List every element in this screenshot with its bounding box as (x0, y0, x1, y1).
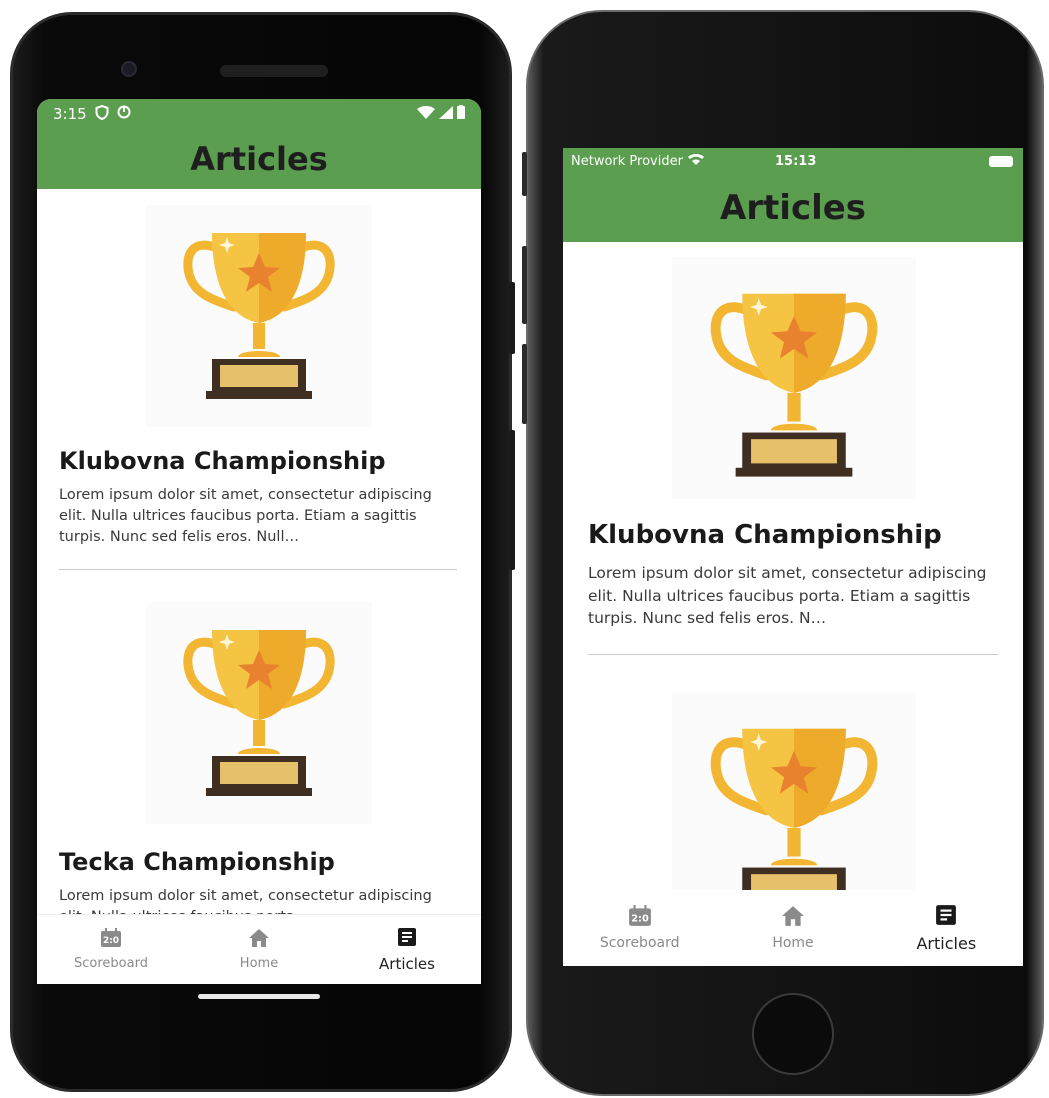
volume-button (509, 430, 515, 570)
android-screen: 3:15 Articles Klubovna Championship Lore… (37, 99, 481, 984)
article-divider (588, 654, 998, 655)
nav-item-home[interactable]: Home (716, 890, 869, 966)
trophy-image (672, 257, 916, 499)
nav-item-scoreboard[interactable]: 2:0 Scoreboard (37, 915, 185, 984)
sync-icon (117, 105, 131, 123)
wifi-icon (687, 153, 704, 169)
nav-item-articles[interactable]: Articles (870, 890, 1023, 966)
scoreboard-icon: 2:0 (100, 928, 122, 952)
nav-label: Scoreboard (599, 935, 680, 951)
trophy-icon (183, 233, 335, 399)
articles-icon (935, 904, 957, 930)
nav-item-scoreboard[interactable]: 2:0 Scoreboard (563, 890, 716, 966)
trophy-icon (710, 728, 878, 890)
article-list[interactable]: Klubovna Championship Lorem ipsum dolor … (563, 242, 1023, 890)
article-body: Lorem ipsum dolor sit amet, consectetur … (59, 487, 432, 545)
page-title: Articles (563, 174, 1023, 242)
status-bar: 3:15 (37, 99, 481, 129)
nav-label: Articles (916, 933, 977, 953)
battery-icon (989, 156, 1013, 167)
page-title: Articles (37, 129, 481, 189)
bottom-navigation: 2:0 Scoreboard Home Articles (37, 914, 481, 984)
articles-icon (397, 927, 417, 951)
article-card[interactable]: Klubovna Championship Lorem ipsum dolor … (37, 189, 481, 590)
home-icon (781, 905, 805, 931)
nav-label: Scoreboard (74, 956, 148, 971)
nav-item-articles[interactable]: Articles (333, 915, 481, 984)
volume-up-button (522, 246, 527, 324)
wifi-icon (417, 105, 435, 123)
article-card[interactable]: Tecka Championship Lorem ipsum dolor sit… (37, 590, 481, 914)
status-bar: Network Provider 15:13 (563, 148, 1023, 174)
article-card[interactable] (563, 676, 1023, 890)
trophy-icon (710, 293, 878, 477)
article-body: Lorem ipsum dolor sit amet, consectetur … (588, 564, 987, 627)
home-button[interactable] (752, 993, 834, 1075)
carrier: Network Provider (571, 153, 704, 169)
carrier-name: Network Provider (571, 153, 683, 169)
bottom-navigation: 2:0 Scoreboard Home Articles (563, 890, 1023, 966)
shield-icon (95, 104, 109, 124)
mute-switch (522, 152, 527, 196)
home-icon (248, 928, 270, 952)
gesture-home-bar[interactable] (198, 994, 320, 999)
article-body: Lorem ipsum dolor sit amet, consectetur … (59, 888, 432, 914)
iphone-screen: Network Provider 15:13 Articles Klubovna… (563, 148, 1023, 966)
trophy-image (672, 692, 916, 890)
nav-item-home[interactable]: Home (185, 915, 333, 984)
trophy-image (146, 205, 372, 427)
article-divider (59, 569, 457, 570)
article-list[interactable]: Klubovna Championship Lorem ipsum dolor … (37, 189, 481, 914)
article-title: Klubovna Championship (588, 520, 942, 550)
nav-label: Articles (379, 954, 435, 973)
trophy-image (146, 602, 372, 824)
trophy-icon (183, 630, 335, 796)
front-camera (121, 61, 137, 77)
nav-label: Home (772, 935, 814, 951)
signal-icon (439, 105, 453, 123)
svg-text:2:0: 2:0 (103, 936, 119, 946)
scoreboard-icon: 2:0 (628, 905, 652, 931)
power-button (509, 282, 515, 354)
volume-down-button (522, 344, 527, 424)
article-title: Tecka Championship (59, 848, 335, 876)
nav-label: Home (239, 956, 279, 971)
earpiece-speaker (220, 65, 328, 77)
article-title: Klubovna Championship (59, 447, 386, 475)
battery-icon (457, 105, 465, 123)
status-time: 15:13 (775, 153, 817, 169)
svg-text:2:0: 2:0 (631, 913, 649, 924)
status-time: 3:15 (53, 105, 87, 123)
article-card[interactable]: Klubovna Championship Lorem ipsum dolor … (563, 242, 1023, 676)
